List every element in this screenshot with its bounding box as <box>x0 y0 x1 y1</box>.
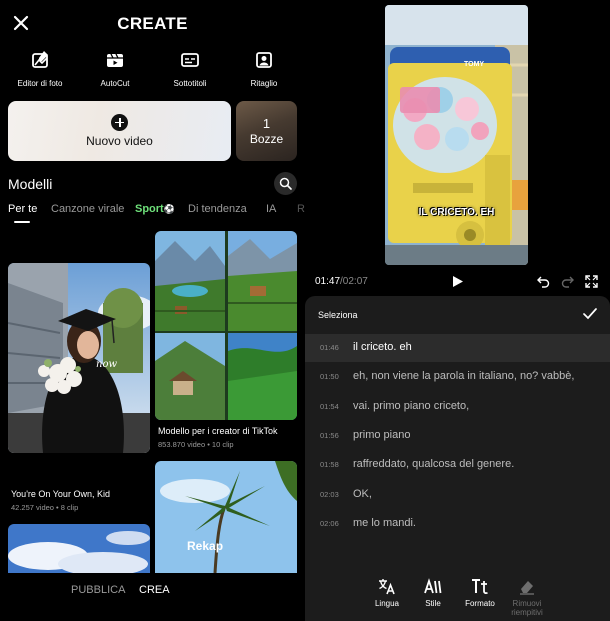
template-thumbnail <box>155 231 297 420</box>
soccer-ball-icon: ⚽ <box>163 204 175 214</box>
tool-photo-editor[interactable]: Editor di foto <box>2 50 78 88</box>
template-card-tiktok[interactable] <box>155 231 297 420</box>
remove-fillers-button[interactable]: Rimuovi riempitivi <box>502 578 552 617</box>
subtitle-row[interactable]: 02:03 OK, <box>305 481 610 509</box>
tool-autocut[interactable]: AutoCut <box>77 50 153 88</box>
tab-for-you[interactable]: Per te <box>8 203 37 215</box>
redo-icon[interactable] <box>561 275 574 288</box>
current-time: 01:47 <box>315 276 341 287</box>
new-video-label: Nuovo video <box>86 134 153 148</box>
format-icon <box>472 579 488 594</box>
drafts-count: 1 <box>262 116 271 131</box>
subtitle-text[interactable]: OK, <box>353 488 372 500</box>
template-thumbnail <box>8 263 150 453</box>
translate-icon <box>379 579 395 595</box>
template-meta: 42.257 video • 8 clip <box>11 503 79 512</box>
subtitle-time: 01:50 <box>320 372 339 381</box>
tab-sport-label: Sport <box>135 203 164 215</box>
eraser-icon <box>520 581 534 595</box>
create-screen: CREATE Editor di foto AutoCut Sottotitol… <box>0 0 305 621</box>
captions-sheet: Seleziona 01:46 il criceto. eh 01:50 eh,… <box>305 296 610 621</box>
brand-label: TOMY <box>464 61 485 68</box>
tool-subtitles[interactable]: Sottotitoli <box>152 50 228 88</box>
template-thumbnail <box>155 461 297 573</box>
subtitles-icon <box>181 53 199 67</box>
section-title: Modelli <box>8 176 53 192</box>
search-button[interactable] <box>274 172 297 195</box>
caption-overlay: IL CRICETO. EH <box>418 207 495 218</box>
tool-label: Ritaglio <box>250 79 278 88</box>
captions-editor-screen: TOMY IL CRICETO. EH 01:47/02:07 Selezion… <box>305 0 610 621</box>
tab-viral-songs[interactable]: Canzone virale <box>51 203 124 215</box>
style-icon <box>424 578 442 594</box>
style-button[interactable]: Stile <box>408 578 458 608</box>
subtitle-time: 01:58 <box>320 460 339 469</box>
tool-label: Formato <box>465 599 495 608</box>
tool-cutout[interactable]: Ritaglio <box>226 50 302 88</box>
subtitle-time: 02:03 <box>320 490 339 499</box>
tab-trending[interactable]: Di tendenza <box>188 203 247 215</box>
subtitle-text[interactable]: vai. primo piano criceto, <box>353 400 469 412</box>
bottom-navigation: PUBBLICA CREA <box>0 573 305 621</box>
tool-label: Sottotitoli <box>173 79 207 88</box>
checkmark-icon[interactable] <box>583 308 597 320</box>
subtitle-row[interactable]: 01:54 vai. primo piano criceto, <box>305 393 610 421</box>
subtitle-row[interactable]: 01:46 il criceto. eh <box>305 334 610 362</box>
tool-label: Rimuovi riempitivi <box>511 599 543 617</box>
subtitle-text[interactable]: primo piano <box>353 429 410 441</box>
drafts-label: Bozze <box>249 132 284 146</box>
subtitle-time: 01:54 <box>320 402 339 411</box>
tab-ai[interactable]: IA <box>266 203 276 215</box>
nav-publish[interactable]: PUBBLICA <box>71 584 125 596</box>
template-overlay-text: now <box>96 359 118 370</box>
nav-create[interactable]: CREA <box>139 584 170 596</box>
total-time: /02:07 <box>340 276 368 287</box>
page-title: CREATE <box>117 14 188 33</box>
template-title: You're On Your Own, Kid <box>11 489 110 499</box>
search-icon <box>279 177 292 190</box>
subtitle-text[interactable]: eh, non viene la parola in italiano, no?… <box>353 370 574 382</box>
template-thumbnail <box>8 524 150 573</box>
play-icon[interactable] <box>451 275 464 288</box>
subtitle-text[interactable]: raffreddato, qualcosa del genere. <box>353 458 514 470</box>
playback-time: 01:47/02:07 <box>315 276 368 287</box>
template-title: Modello per i creator di TikTok <box>158 426 278 436</box>
tool-label: AutoCut <box>100 79 130 88</box>
tool-label: Lingua <box>374 599 400 608</box>
tool-label: Stile <box>425 599 441 608</box>
tab-more[interactable]: R <box>297 203 305 215</box>
template-overlay-text: Rekap <box>187 539 224 553</box>
fullscreen-icon[interactable] <box>585 275 598 288</box>
format-button[interactable]: Formato <box>455 578 505 608</box>
drafts-button[interactable]: 1 Bozze <box>236 101 297 161</box>
plus-icon <box>111 114 128 131</box>
template-card-sky[interactable] <box>8 524 150 573</box>
video-preview[interactable]: TOMY IL CRICETO. EH <box>385 5 528 265</box>
subtitle-text[interactable]: me lo mandi. <box>353 517 416 529</box>
photo-edit-icon <box>32 51 48 68</box>
subtitle-row[interactable]: 01:50 eh, non viene la parola in italian… <box>305 363 610 391</box>
subtitle-time: 01:46 <box>320 343 339 352</box>
undo-icon[interactable] <box>537 275 550 288</box>
template-card-graduate[interactable]: now <box>8 263 150 453</box>
language-button[interactable]: Lingua <box>362 578 412 608</box>
active-tab-indicator <box>14 221 30 223</box>
template-card-recap[interactable]: Rekap <box>155 461 297 573</box>
video-frame <box>385 5 528 265</box>
tool-label: Editor di foto <box>17 79 63 88</box>
subtitle-row[interactable]: 02:06 me lo mandi. <box>305 510 610 538</box>
tab-sport[interactable]: Sport⚽ <box>135 203 175 215</box>
subtitle-text[interactable]: il criceto. eh <box>353 341 412 353</box>
sheet-title[interactable]: Seleziona <box>318 310 358 320</box>
subtitle-time: 01:56 <box>320 431 339 440</box>
subtitle-time: 02:06 <box>320 519 339 528</box>
new-video-button[interactable]: Nuovo video <box>8 101 231 161</box>
autocut-icon <box>107 53 123 67</box>
subtitle-row[interactable]: 01:56 primo piano <box>305 422 610 450</box>
subtitle-row[interactable]: 01:58 raffreddato, qualcosa del genere. <box>305 451 610 479</box>
template-meta: 853.870 video • 10 clip <box>158 440 234 449</box>
cutout-icon <box>256 52 272 68</box>
